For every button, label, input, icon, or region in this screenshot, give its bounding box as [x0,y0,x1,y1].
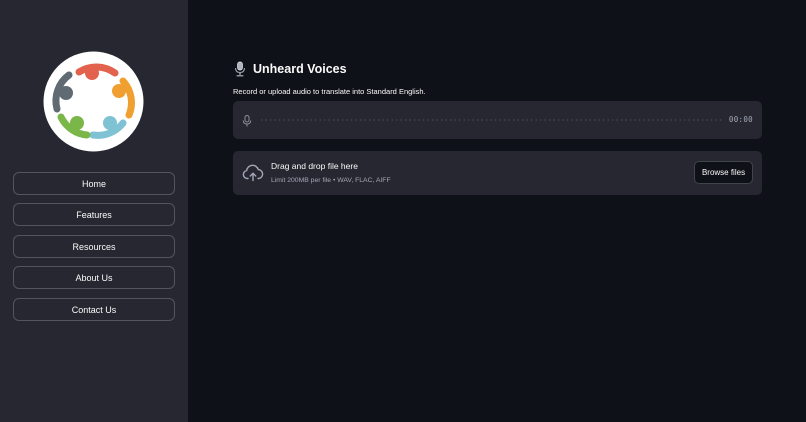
file-dropzone[interactable]: Drag and drop file here Limit 200MB per … [233,151,762,195]
nav-contact-us-button[interactable]: Contact Us [13,298,175,321]
page-subtitle: Record or upload audio to translate into… [233,87,426,96]
main-content: Unheard Voices Record or upload audio to… [188,0,806,422]
people-circle-logo [43,51,144,152]
recording-timer: 00:00 [728,115,753,124]
cloud-upload-icon [242,164,264,182]
page-title: Unheard Voices [253,62,347,76]
nav-resources-button[interactable]: Resources [13,235,175,258]
title-row: Unheard Voices [233,61,347,77]
microphone-icon[interactable] [242,114,252,127]
nav-about-us-button[interactable]: About Us [13,266,175,289]
dropzone-limit-text: Limit 200MB per file • WAV, FLAC, AIFF [271,177,391,184]
nav-home-button[interactable]: Home [13,172,175,195]
browse-files-button[interactable]: Browse files [694,161,753,184]
nav-features-button[interactable]: Features [13,203,175,226]
audio-recorder: 00:00 [233,101,762,139]
studio-microphone-icon [233,61,247,77]
sidebar: Home Features Resources About Us Contact… [0,0,188,422]
app-window: Home Features Resources About Us Contact… [0,0,806,422]
waveform-placeholder [261,119,723,121]
dropzone-instructions: Drag and drop file here [271,161,358,171]
